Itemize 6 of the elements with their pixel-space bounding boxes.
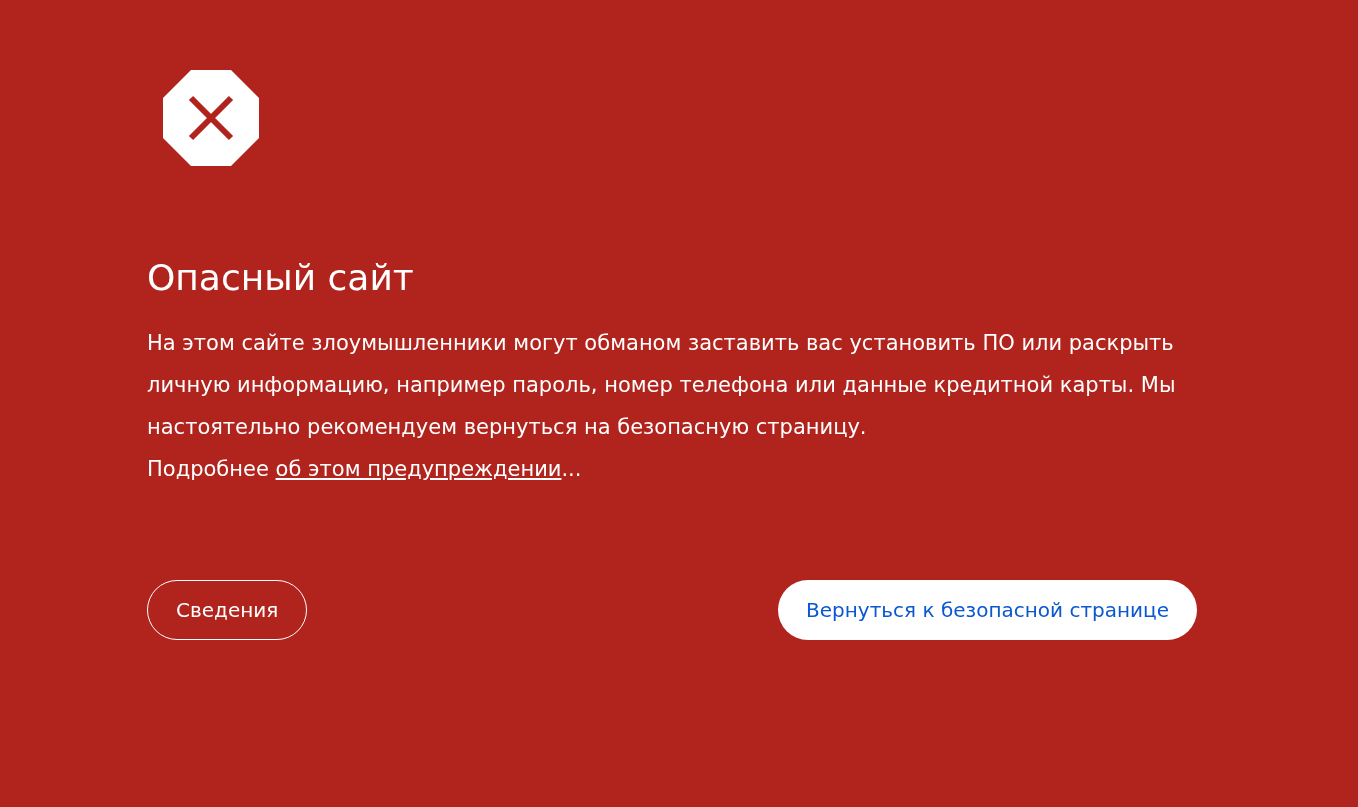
warning-info-link[interactable]: об этом предупреждении — [275, 457, 562, 481]
warning-description: На этом сайте злоумышленники могут обманом заставить вас установить ПО или раскрыть личную информацию, например пароль, номер телефона или данные кредитной карты. Мы настоятельно рекомендуем вернуться на безопасную страницу. — [147, 330, 1177, 441]
learn-more-text: Подробнее об этом предупреждении... — [147, 456, 582, 483]
error-icon — [163, 70, 259, 166]
page-title: Опасный сайт — [147, 256, 414, 300]
back-to-safety-button[interactable]: Вернуться к безопасной странице — [778, 580, 1197, 640]
